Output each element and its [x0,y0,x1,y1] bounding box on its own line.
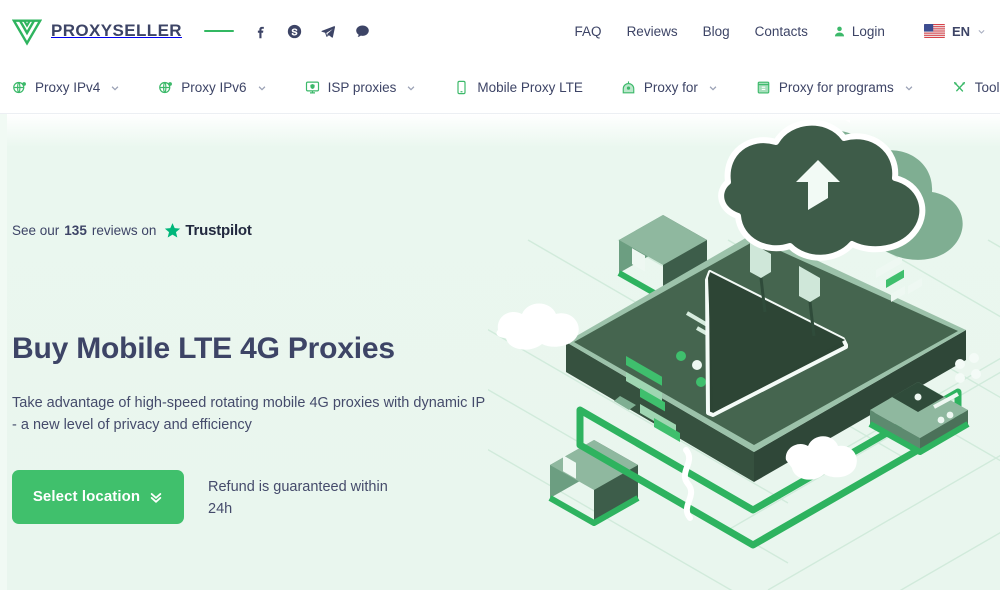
nav-item-tools[interactable]: Tools [952,80,1000,95]
nav-item-proxy-ipv6[interactable]: Proxy IPv6 [158,80,266,95]
hero-left-accent-strip [0,114,7,590]
topnav-item-faq[interactable]: FAQ [575,24,602,39]
us-flag-icon [923,24,945,38]
trustpilot-prefix: See our [12,223,60,238]
trustpilot-star-icon [164,222,181,239]
tools-icon [952,80,967,95]
globe-icon [12,80,27,95]
select-location-button[interactable]: Select location [12,469,184,524]
language-code: EN [951,23,970,39]
nav-label: ISP proxies [327,80,397,95]
chevron-down-icon [706,83,718,93]
nav-item-isp-proxies[interactable]: ISP proxies [305,80,417,95]
brand-logo-link[interactable]: PROXYSELLER [12,16,182,46]
login-button[interactable]: Login [833,24,885,39]
trustpilot-wordmark: Trustpilot [185,222,252,239]
skype-icon[interactable] [286,23,303,40]
hero-cta-row: Select location Refund is guaranteed wit… [12,469,1000,524]
trustpilot-review-count: 135 [64,223,87,238]
nav-item-mobile-proxy-lte[interactable]: Mobile Proxy LTE [454,80,583,95]
proxyseller-logo-icon [12,16,42,46]
chevron-down-icon [255,83,267,93]
top-header: PROXYSELLER FAQ Reviews Blog Contacts Lo… [0,0,1000,62]
nav-item-proxy-for[interactable]: Proxy for [621,80,718,95]
trustpilot-logo: Trustpilot [164,222,252,239]
double-chevron-down-icon [149,490,163,504]
chevron-down-icon [404,83,416,93]
select-location-label: Select location [32,488,141,506]
hero-subtitle: Take advantage of high-speed rotating mo… [12,395,485,434]
topnav-item-reviews[interactable]: Reviews [627,24,678,39]
hero-section: See our 135 reviews on Trustpilot Buy Mo… [0,114,1000,590]
trustpilot-rating[interactable]: See our 135 reviews on Trustpilot [12,222,1000,239]
app-window-icon [756,80,771,95]
nav-label: Proxy for [643,80,698,95]
chat-icon[interactable] [354,23,371,40]
nav-label: Tools [974,80,1000,95]
target-icon [621,80,636,95]
refund-note: Refund is guaranteed within 24h [208,478,388,517]
page-title: Buy Mobile LTE 4G Proxies [12,332,395,365]
divider-dash [203,30,234,32]
user-icon [833,25,846,38]
top-navigation: FAQ Reviews Blog Contacts Login EN [575,24,986,39]
facebook-icon[interactable] [252,23,269,40]
login-label: Login [851,23,885,39]
nav-item-proxy-ipv4[interactable]: Proxy IPv4 [12,80,120,95]
chevron-down-icon [977,27,986,36]
hero-content: See our 135 reviews on Trustpilot Buy Mo… [0,222,1000,524]
language-switcher[interactable]: EN [923,23,986,39]
topnav-item-blog[interactable]: Blog [703,24,730,39]
nav-label: Proxy IPv4 [35,80,101,95]
nav-item-proxy-for-programs[interactable]: Proxy for programs [756,80,914,95]
nav-label: Proxy for programs [778,80,894,95]
topnav-item-contacts[interactable]: Contacts [755,24,808,39]
chevron-down-icon [902,83,914,93]
trustpilot-suffix: reviews on [91,223,157,238]
chevron-down-icon [108,83,120,93]
telegram-icon[interactable] [320,23,337,40]
social-links [252,23,371,40]
mobile-phone-icon [454,80,469,95]
nav-label: Mobile Proxy LTE [477,80,583,95]
main-navigation: Proxy IPv4 Proxy IPv6 ISP proxies Mobile… [0,62,1000,114]
monitor-shield-icon [305,80,320,95]
brand-name: PROXYSELLER [51,21,182,40]
globe-icon [158,80,173,95]
nav-label: Proxy IPv6 [181,80,247,95]
